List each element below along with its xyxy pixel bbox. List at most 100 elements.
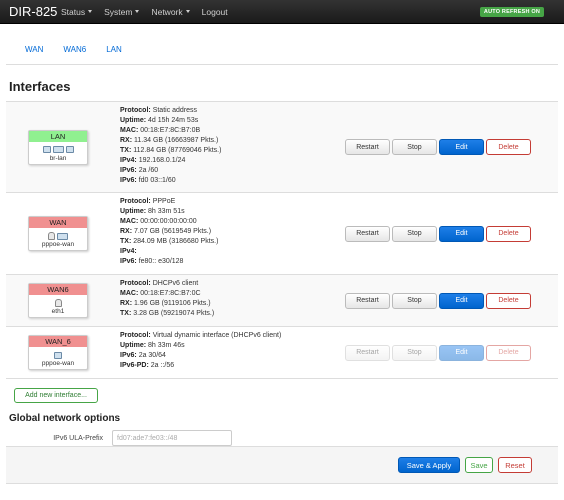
info-line: IPv4: [120, 248, 137, 255]
table-row: LAN br-lan Protocol: Static address Upti… [6, 102, 558, 193]
form-footer: Save & Apply Save Reset [6, 446, 558, 484]
chevron-down-icon [88, 10, 93, 13]
network-port-icon [42, 146, 51, 153]
interface-badge-cell: WAN6 eth1 [6, 275, 110, 326]
menu-logout-label: Logout [201, 6, 228, 17]
device-icons [29, 231, 87, 241]
info-line: Uptime: 8h 33m 51s [120, 208, 185, 215]
menu-system-label: System [104, 6, 133, 17]
device-icons [29, 298, 87, 308]
info-line: IPv6: fe80:: e30/128 [120, 258, 184, 265]
save-and-apply-button[interactable]: Save & Apply [398, 457, 460, 473]
interface-badge: WAN pppoe-wan [28, 216, 88, 251]
edit-button[interactable]: Edit [439, 225, 484, 242]
interface-badge: WAN6 eth1 [28, 283, 88, 318]
table-row: WAN_6 pppoe-wan Protocol: Virtual dynami… [6, 327, 558, 379]
add-interface-button[interactable]: Add new interface... [14, 388, 98, 403]
interface-name: WAN [29, 217, 87, 228]
info-line: Protocol: Static address [120, 107, 198, 114]
interface-device: eth1 [51, 308, 65, 315]
interface-device: br-lan [49, 154, 67, 162]
bridge-icon [52, 146, 64, 153]
tunnel-icon [54, 351, 62, 359]
info-line: TX: 112.84 GB (87769046 Pkts.) [120, 147, 222, 154]
info-line: TX: 3.28 GB (59219074 Pkts.) [120, 310, 215, 317]
interface-name: WAN_6 [29, 336, 87, 347]
edit-button[interactable]: Edit [439, 292, 484, 309]
info-line: Protocol: Virtual dynamic interface (DHC… [120, 332, 282, 339]
table-row: WAN6 eth1 Protocol: DHCPv6 client MAC: 0… [6, 275, 558, 327]
interface-badge-cell: LAN br-lan [6, 102, 110, 192]
stop-button[interactable]: Stop [392, 292, 437, 309]
tab-wan6[interactable]: WAN6 [53, 45, 96, 64]
info-line: Protocol: DHCPv6 client [120, 280, 199, 287]
info-line: RX: 11.34 GB (16663987 Pkts.) [120, 137, 219, 144]
edit-button[interactable]: Edit [439, 139, 484, 155]
brand-title[interactable]: DIR-825 [0, 4, 61, 19]
global-options-title: Global network options [9, 413, 121, 424]
interface-info: Protocol: Static address Uptime: 4d 15h … [110, 102, 340, 192]
interface-badge-cell: WAN_6 pppoe-wan [6, 327, 110, 378]
menu-network[interactable]: Network [151, 7, 190, 17]
menu-status-label: Status [61, 6, 86, 17]
restart-button[interactable]: Restart [345, 344, 390, 361]
info-line: TX: 284.09 MB (3186680 Pkts.) [120, 238, 219, 245]
info-line: IPv4: 192.168.0.1/24 [120, 157, 186, 164]
delete-button[interactable]: Delete [486, 292, 531, 309]
device-icons [29, 350, 87, 360]
chevron-down-icon [135, 10, 140, 13]
plug-icon [48, 232, 55, 240]
ethernet-icon [54, 299, 62, 307]
ula-prefix-input[interactable]: fd07:ade7:fe03::/48 [112, 430, 232, 446]
restart-button[interactable]: Restart [345, 225, 390, 242]
menu-system[interactable]: System [104, 6, 140, 17]
restart-button[interactable]: Restart [345, 139, 390, 155]
interface-badge-cell: WAN pppoe-wan [6, 193, 110, 274]
delete-button[interactable]: Delete [486, 344, 531, 361]
info-line: Protocol: PPPoE [120, 198, 176, 205]
row-actions: Restart Stop Edit Delete [345, 193, 531, 274]
info-line: IPv6: 2a 30/64 [120, 352, 166, 359]
interface-device: pppoe-wan [41, 241, 75, 248]
interface-info: Protocol: PPPoE Uptime: 8h 33m 51s MAC: … [110, 193, 340, 274]
row-actions: Restart Stop Edit Delete [345, 102, 531, 192]
edit-button[interactable]: Edit [439, 344, 484, 361]
stop-button[interactable]: Stop [392, 139, 437, 155]
reset-button[interactable]: Reset [498, 457, 532, 473]
tab-wan[interactable]: WAN [15, 45, 53, 64]
info-line: MAC: 00:18:E7:8C:B7:0B [120, 127, 201, 134]
chevron-down-icon [185, 10, 190, 13]
interfaces-table: LAN br-lan Protocol: Static address Upti… [6, 101, 558, 379]
info-line: IPv6: fd0 03::1/60 [120, 177, 176, 184]
info-line: RX: 7.07 GB (5619549 Pkts.) [120, 228, 212, 235]
interface-tabs: WAN WAN6 LAN [6, 37, 558, 65]
info-line: MAC: 00:00:00:00:00:00 [120, 218, 197, 225]
info-line: IPv6-PD: 2a ::/56 [120, 362, 175, 369]
ula-prefix-label: IPv6 ULA-Prefix [53, 434, 103, 442]
interface-name: WAN6 [29, 284, 87, 295]
info-line: IPv6: 2a /60 [120, 167, 159, 174]
menu-status[interactable]: Status [61, 6, 93, 17]
interface-badge: LAN br-lan [28, 129, 88, 165]
tunnel-icon [57, 232, 68, 240]
top-navbar: DIR-825 Status System Network Logout AUT… [0, 0, 564, 24]
interface-info: Protocol: Virtual dynamic interface (DHC… [110, 327, 360, 378]
restart-button[interactable]: Restart [345, 292, 390, 309]
delete-button[interactable]: Delete [486, 139, 531, 155]
wifi-icon [65, 146, 74, 153]
interface-name: LAN [29, 130, 87, 142]
interface-info: Protocol: DHCPv6 client MAC: 00:18:E7:8C… [110, 275, 340, 326]
stop-button[interactable]: Stop [392, 344, 437, 361]
ula-prefix-row: IPv6 ULA-Prefix fd07:ade7:fe03::/48 [0, 430, 564, 446]
delete-button[interactable]: Delete [486, 225, 531, 242]
device-icons [29, 145, 87, 155]
row-actions: Restart Stop Edit Delete [345, 275, 531, 326]
auto-refresh-badge[interactable]: AUTO REFRESH ON [479, 7, 544, 17]
tab-lan[interactable]: LAN [96, 45, 132, 64]
menu-logout[interactable]: Logout [202, 7, 228, 17]
table-row: WAN pppoe-wan Protocol: PPPoE Uptime: 8h… [6, 193, 558, 275]
save-button[interactable]: Save [465, 457, 493, 473]
stop-button[interactable]: Stop [392, 225, 437, 242]
interface-badge: WAN_6 pppoe-wan [28, 335, 88, 370]
info-line: Uptime: 8h 33m 46s [120, 342, 185, 349]
